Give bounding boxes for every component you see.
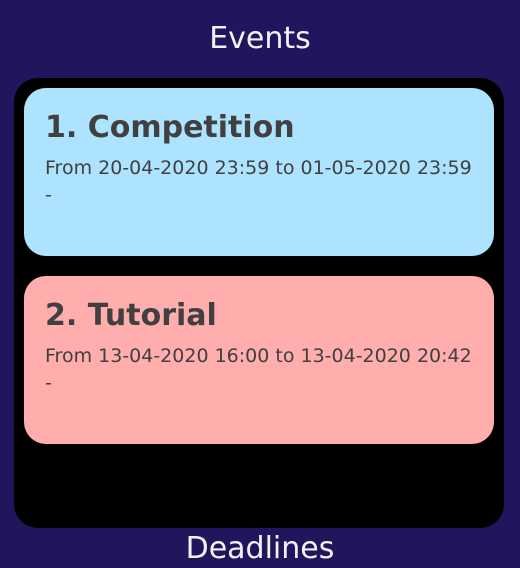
- event-description: -: [45, 372, 52, 394]
- events-panel-title: Events: [209, 21, 311, 56]
- event-card-competition[interactable]: 1. Competition From 20-04-2020 23:59 to …: [24, 88, 494, 256]
- event-title: 2. Tutorial: [45, 298, 217, 333]
- events-list[interactable]: 1. Competition From 20-04-2020 23:59 to …: [14, 78, 504, 528]
- event-description: -: [45, 184, 52, 206]
- event-card-tutorial[interactable]: 2. Tutorial From 13-04-2020 16:00 to 13-…: [24, 276, 494, 444]
- event-date-range: From 13-04-2020 16:00 to 13-04-2020 20:4…: [45, 345, 472, 367]
- deadlines-panel-title: Deadlines: [185, 531, 335, 566]
- event-date-range: From 20-04-2020 23:59 to 01-05-2020 23:5…: [45, 157, 472, 179]
- event-title: 1. Competition: [45, 110, 295, 145]
